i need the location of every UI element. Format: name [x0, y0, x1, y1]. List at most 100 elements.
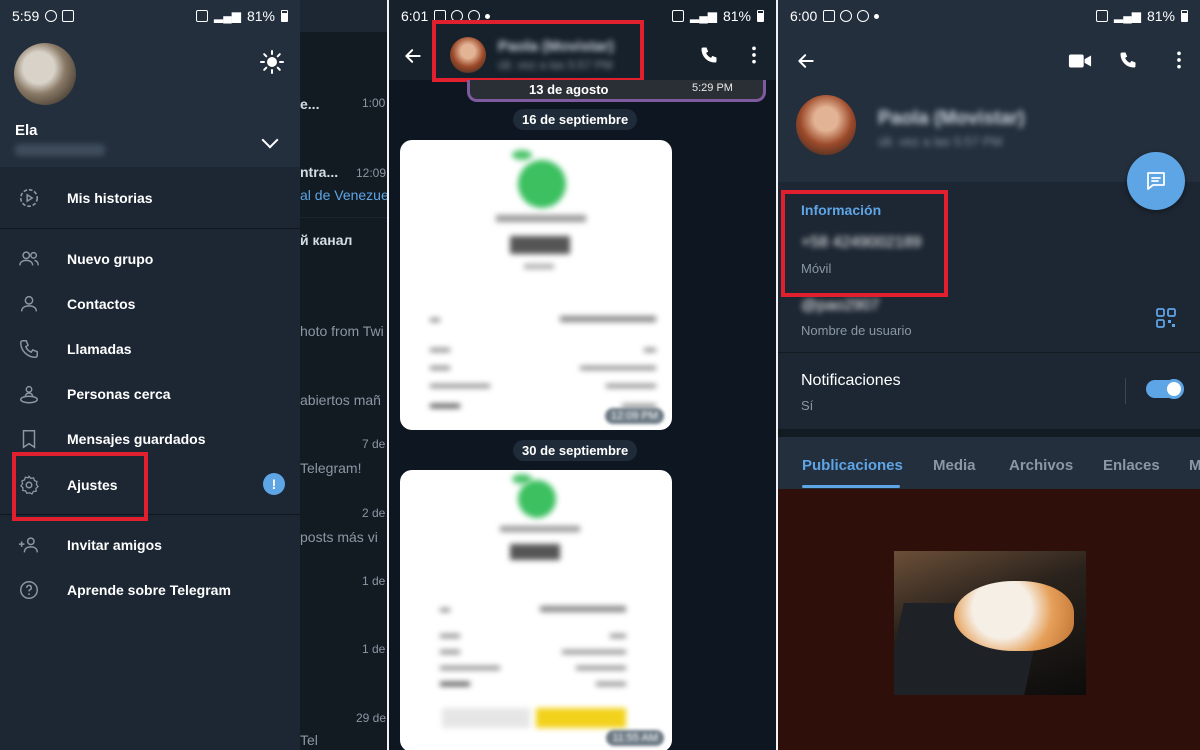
- contact-status: últ. vez a las 5:57 PM: [878, 134, 1003, 149]
- signal-icon: ▂▄▆: [1114, 9, 1141, 23]
- tab-posts[interactable]: Publicaciones: [802, 457, 903, 474]
- shared-photo[interactable]: [894, 551, 1086, 695]
- lock-icon: [62, 10, 75, 22]
- highlight-box: [12, 452, 148, 521]
- chat-preview: Telegram!: [300, 460, 362, 476]
- menu-item-invite[interactable]: Invitar amigos: [0, 522, 300, 567]
- user-phone-blurred: [15, 144, 105, 156]
- bookmark-icon: [22, 429, 36, 449]
- image-message[interactable]: 11:55 AM: [400, 470, 672, 750]
- battery-icon: [757, 10, 764, 22]
- status-time: 6:00: [790, 8, 818, 24]
- username[interactable]: @pao2907: [801, 297, 880, 315]
- help-icon: [20, 580, 38, 599]
- date-pill: 30 de septiembre: [513, 440, 638, 461]
- menu-label: Mis historias: [67, 189, 153, 206]
- menu-label: Mensajes guardados: [67, 430, 206, 447]
- message-time: 12:09 PM: [604, 408, 664, 424]
- menu-item-contacts[interactable]: Contactos: [0, 281, 300, 326]
- menu-item-calls[interactable]: Llamadas: [0, 326, 300, 371]
- chat-time: 29 de: [356, 711, 387, 725]
- menu-item-new-group[interactable]: Nuevo grupo: [0, 236, 300, 281]
- battery-level: 81%: [722, 8, 751, 24]
- chat-bubble-icon: [1147, 172, 1165, 190]
- chat-preview: hoto from Twi: [300, 323, 384, 339]
- settings-alert-badge: !: [263, 473, 285, 495]
- alarm-icon: [1096, 10, 1108, 22]
- phone-icon[interactable]: [1118, 50, 1138, 70]
- chat-preview: posts más vi: [300, 529, 378, 545]
- theme-toggle-icon[interactable]: [260, 50, 284, 74]
- chat-time: 1:00: [362, 96, 386, 110]
- active-tab-indicator: [802, 485, 900, 488]
- people-nearby-icon: [20, 385, 38, 403]
- tab-links[interactable]: Enlaces: [1103, 457, 1160, 474]
- cat-shape: [954, 581, 1074, 651]
- chat-preview: Tel: [300, 732, 318, 748]
- contact-icon: [20, 295, 38, 311]
- phone-icon: [20, 339, 38, 358]
- message-time: 5:29 PM: [692, 82, 733, 94]
- date-pill: 16 de septiembre: [513, 109, 638, 130]
- back-arrow-icon[interactable]: [796, 51, 816, 71]
- contact-name: Paola (Movistar): [878, 108, 1025, 129]
- notifications-value: Sí: [801, 398, 814, 413]
- signal-icon: ▂▄▆: [690, 9, 717, 23]
- highlight-box: [781, 190, 948, 297]
- drawer-screen: e... 1:00 ntra... 12:09 al de Venezue й …: [0, 0, 387, 750]
- more-options-icon[interactable]: [1172, 50, 1186, 70]
- message-fab[interactable]: [1127, 152, 1185, 210]
- chat-time: 12:09: [356, 166, 387, 180]
- menu-label: Contactos: [67, 295, 136, 312]
- menu-label: Invitar amigos: [67, 536, 162, 553]
- menu-label: Personas cerca: [67, 385, 171, 402]
- menu-item-stories[interactable]: Mis historias: [0, 175, 300, 220]
- user-name: Ela: [15, 122, 38, 139]
- notification-icon: [45, 10, 58, 22]
- highlight-box: [432, 20, 644, 82]
- signal-icon: ▂▄▆: [214, 9, 241, 23]
- chat-time: 2 de: [362, 506, 386, 520]
- message-time: 11:55 AM: [606, 730, 664, 746]
- menu-label: Llamadas: [67, 340, 132, 357]
- toggle-knob[interactable]: [1164, 379, 1184, 399]
- avatar[interactable]: [14, 43, 76, 105]
- stories-icon: [19, 188, 39, 207]
- phone-icon[interactable]: [699, 45, 719, 65]
- chat-screen: 6:01 ▂▄▆ 81% Paola (Movistar) últ. vez a…: [389, 0, 776, 750]
- chat-preview: й канал: [300, 232, 353, 248]
- battery-level: 81%: [246, 8, 275, 24]
- status-bar: 6:00 ▂▄▆ 81%: [778, 0, 1200, 32]
- qr-code-icon[interactable]: [1156, 308, 1176, 328]
- tab-media[interactable]: Media: [933, 457, 976, 474]
- menu-item-learn[interactable]: Aprende sobre Telegram: [0, 567, 300, 612]
- notification-icon: [857, 10, 870, 22]
- alarm-icon: [196, 10, 208, 22]
- more-options-icon[interactable]: [747, 45, 761, 65]
- tab-more[interactable]: M: [1189, 457, 1200, 474]
- chat-preview: abiertos mañ: [300, 392, 381, 408]
- battery-level: 81%: [1146, 8, 1175, 24]
- chat-preview: al de Venezue: [300, 187, 387, 203]
- image-message[interactable]: 12:09 PM: [400, 140, 672, 430]
- status-time: 6:01: [401, 8, 429, 24]
- contact-avatar[interactable]: [796, 95, 856, 155]
- status-time: 5:59: [12, 8, 40, 24]
- menu-item-nearby[interactable]: Personas cerca: [0, 371, 300, 416]
- image-icon: [823, 10, 836, 22]
- notifications-title: Notificaciones: [801, 372, 901, 389]
- tab-files[interactable]: Archivos: [1009, 457, 1073, 474]
- battery-icon: [281, 10, 288, 22]
- chat-time: 1 de: [362, 574, 386, 588]
- back-arrow-icon[interactable]: [403, 46, 423, 66]
- chat-time: 7 de: [362, 437, 386, 451]
- battery-icon: [1181, 10, 1188, 22]
- menu-label: Aprende sobre Telegram: [67, 581, 231, 598]
- date-pill: 13 de agosto: [529, 82, 609, 97]
- menu-label: Nuevo grupo: [67, 250, 154, 267]
- status-bar: 5:59 ▂▄▆ 81%: [0, 0, 300, 32]
- group-icon: [19, 250, 39, 265]
- video-call-icon[interactable]: [1068, 51, 1092, 71]
- add-user-icon: [18, 536, 38, 552]
- chat-time: 1 de: [362, 642, 386, 656]
